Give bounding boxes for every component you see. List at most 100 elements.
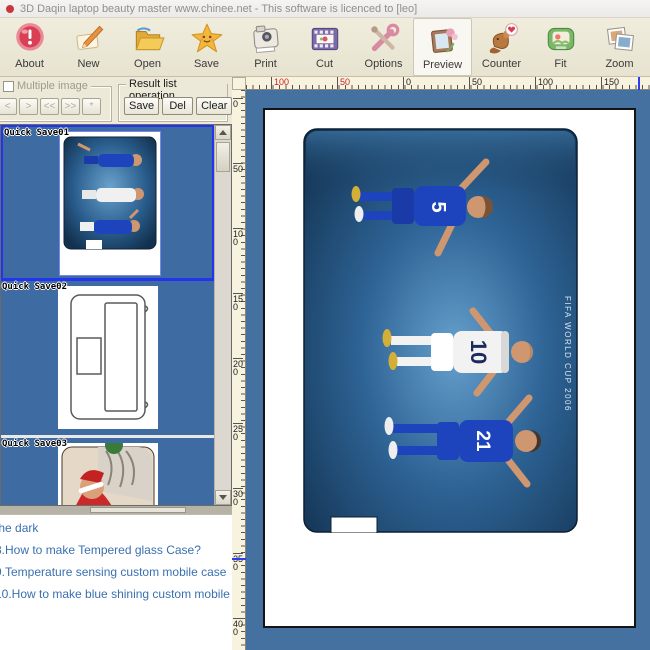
- last-image-button[interactable]: >>: [61, 98, 80, 115]
- horizontal-scrollbar-thumb[interactable]: [90, 507, 186, 513]
- scroll-up-icon: [219, 130, 227, 135]
- open-button[interactable]: Open: [118, 18, 177, 76]
- multiple-image-groupbox: Multiple image < > << >> *: [0, 86, 112, 122]
- toolbar-label: Cut: [316, 58, 333, 70]
- ruler-label: 300: [233, 488, 243, 506]
- fit-button[interactable]: Fit: [531, 18, 590, 76]
- scroll-down-button[interactable]: [215, 490, 231, 505]
- cursor-position-marker-y: [232, 558, 246, 560]
- ruler-label: 100: [271, 77, 289, 89]
- ruler-corner: [232, 77, 246, 90]
- quick-save-item-label: Quick Save03: [2, 439, 67, 449]
- options-button[interactable]: Options: [354, 18, 413, 76]
- toolbar-label: Save: [194, 58, 219, 70]
- print-button[interactable]: Print: [236, 18, 295, 76]
- print-icon: [248, 21, 284, 57]
- design-canvas[interactable]: 5 10: [246, 90, 650, 650]
- ruler-label: 0: [233, 98, 243, 108]
- new-icon: [71, 21, 107, 57]
- toolbar-label: Options: [365, 58, 403, 70]
- ruler-label: 100: [535, 77, 553, 89]
- toolbar-label: Zoom: [605, 58, 633, 70]
- quick-save-item-1[interactable]: Quick Save01: [1, 125, 214, 281]
- quick-save-item-3[interactable]: Quick Save03: [1, 438, 214, 506]
- left-panel: Multiple image < > << >> * Result list o…: [0, 77, 232, 650]
- ruler-label: 100: [233, 228, 243, 246]
- scroll-down-icon: [219, 495, 227, 500]
- result-clear-button[interactable]: Clear: [196, 97, 232, 115]
- toolbar-label: Counter: [482, 58, 521, 70]
- horizontal-ruler: 100 50 0 50 100 150: [246, 77, 650, 90]
- thumbnail-christmas-photo: [58, 443, 158, 506]
- thumbnail-template-outline: [58, 286, 158, 429]
- save-icon: [189, 21, 225, 57]
- counter-icon: [484, 21, 520, 57]
- zoom-icon: [602, 21, 638, 57]
- about-button[interactable]: About: [0, 18, 59, 76]
- multiple-image-checkbox[interactable]: [3, 81, 14, 92]
- scroll-up-button[interactable]: [215, 125, 231, 140]
- next-image-button[interactable]: >: [19, 98, 38, 115]
- about-icon: [12, 21, 48, 57]
- multiple-image-label: Multiple image: [17, 80, 88, 92]
- ruler-label: 50: [469, 77, 482, 89]
- app-icon: [6, 5, 14, 13]
- zoom-button[interactable]: Zoom: [590, 18, 649, 76]
- counter-button[interactable]: Counter: [472, 18, 531, 76]
- list-horizontal-scrollbar[interactable]: [0, 506, 232, 514]
- toolbar-label: Fit: [554, 58, 566, 70]
- ruler-label: 50: [233, 163, 243, 173]
- ruler-label: 50: [337, 77, 350, 89]
- main-toolbar: About New Open Save: [0, 18, 650, 77]
- ruler-label: 150: [601, 77, 619, 89]
- jersey-number-top: 5: [427, 201, 449, 212]
- cut-icon: [307, 21, 343, 57]
- fit-icon: [543, 21, 579, 57]
- ruler-ticks: [246, 85, 650, 89]
- quick-save-item-label: Quick Save02: [2, 282, 67, 292]
- toolbar-label: Preview: [423, 59, 462, 71]
- open-icon: [130, 21, 166, 57]
- quick-save-item-2[interactable]: Quick Save02: [1, 281, 214, 438]
- prev-image-button[interactable]: <: [0, 98, 17, 115]
- toolbar-label: About: [15, 58, 44, 70]
- cut-button[interactable]: Cut: [295, 18, 354, 76]
- title-bar: 3D Daqin laptop beauty master www.chinee…: [0, 0, 650, 18]
- thumbnail-soccer-case: [60, 132, 160, 275]
- ruler-label: 200: [233, 358, 243, 376]
- help-links: the dark 8.How to make Tempered glass Ca…: [0, 514, 232, 650]
- result-list-groupbox: Result list operation Save Del Clear: [118, 84, 228, 122]
- ruler-label: 0: [403, 77, 411, 89]
- options-icon: [366, 21, 402, 57]
- preview-button[interactable]: Preview: [413, 18, 472, 76]
- jersey-number-middle: 10: [466, 340, 491, 364]
- toolbar-label: New: [77, 58, 99, 70]
- ruler-label: 150: [233, 293, 243, 311]
- all-images-button[interactable]: *: [82, 98, 101, 115]
- quick-save-item-label: Quick Save01: [4, 128, 69, 138]
- ruler-label: 250: [233, 423, 243, 441]
- window-title: 3D Daqin laptop beauty master www.chinee…: [20, 3, 417, 15]
- help-link[interactable]: 10.How to make blue shining custom mobil…: [0, 587, 232, 601]
- toolbar-label: Open: [134, 58, 161, 70]
- jersey-number-bottom: 21: [472, 430, 493, 452]
- help-link[interactable]: the dark: [0, 521, 232, 535]
- new-button[interactable]: New: [59, 18, 118, 76]
- scrollbar-thumb[interactable]: [216, 142, 230, 172]
- cursor-position-marker-x: [638, 77, 640, 90]
- result-del-button[interactable]: Del: [162, 97, 193, 115]
- help-link[interactable]: 9.Temperature sensing custom mobile case: [0, 565, 232, 579]
- ruler-label: 400: [233, 618, 243, 636]
- help-link[interactable]: 8.How to make Tempered glass Case?: [0, 543, 232, 557]
- case-caption: FIFA WORLD CUP 2006: [563, 296, 572, 412]
- list-scrollbar[interactable]: [214, 125, 231, 505]
- save-button[interactable]: Save: [177, 18, 236, 76]
- vertical-ruler: 0 50 100 150 200 250 300 350 400: [232, 90, 246, 650]
- ruler-label: 350: [233, 553, 243, 571]
- result-save-button[interactable]: Save: [124, 97, 159, 115]
- print-page: 5 10: [263, 108, 636, 628]
- toolbar-label: Print: [254, 58, 277, 70]
- first-image-button[interactable]: <<: [40, 98, 59, 115]
- case-design-preview[interactable]: 5 10: [303, 128, 578, 533]
- preview-icon: [425, 22, 461, 58]
